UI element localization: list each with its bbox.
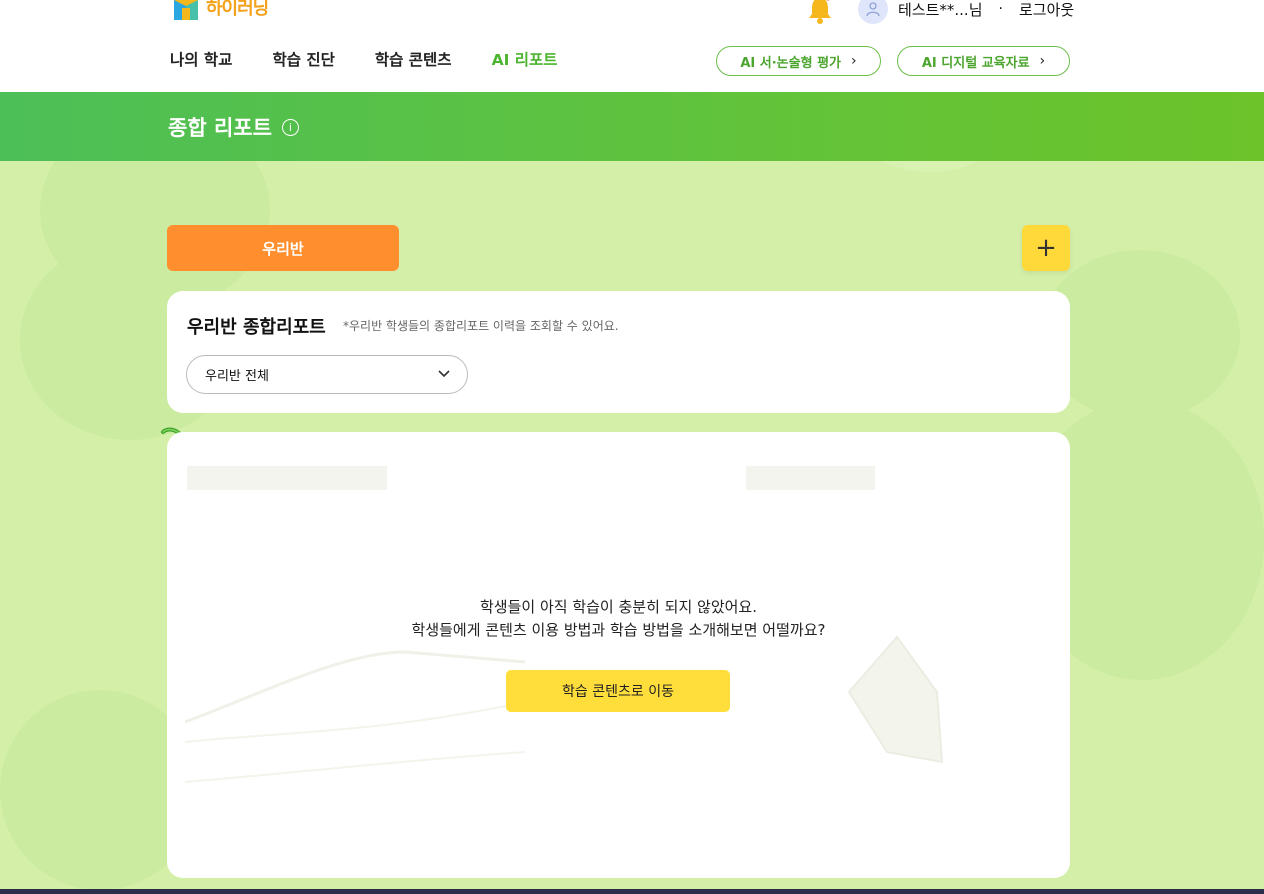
logout-link[interactable]: 로그아웃 xyxy=(1019,0,1074,20)
main-nav: 나의 학교 학습 진단 학습 콘텐츠 AI 리포트 xyxy=(170,48,558,70)
top-header: 하이러닝 테스트**...님 · 로그아웃 나의 학교 학습 진단 학습 콘텐츠… xyxy=(0,0,1264,92)
logo-icon xyxy=(172,0,202,22)
class-scope-select-value: 우리반 전체 xyxy=(205,369,269,384)
nav-item-my-school[interactable]: 나의 학교 xyxy=(170,48,232,70)
ai-essay-eval-button[interactable]: AI 서·논술형 평가 › xyxy=(716,46,881,76)
avatar[interactable] xyxy=(858,0,888,24)
placeholder-block xyxy=(187,466,387,490)
logo[interactable]: 하이러닝 xyxy=(172,0,269,22)
bottom-edge-bar xyxy=(0,889,1264,894)
placeholder-radar-chart xyxy=(847,635,944,764)
user-area: 테스트**...님 · 로그아웃 xyxy=(858,0,1074,24)
user-name: 테스트**...님 xyxy=(898,0,983,19)
page-banner: 종합 리포트 i xyxy=(0,92,1264,161)
background-blob xyxy=(1040,250,1240,420)
notification-bell-icon[interactable] xyxy=(806,0,834,24)
go-to-contents-button[interactable]: 학습 콘텐츠로 이동 xyxy=(506,670,730,712)
report-description: *우리반 학생들의 종합리포트 이력을 조회할 수 있어요. xyxy=(343,319,619,333)
info-icon[interactable]: i xyxy=(281,118,299,136)
nav-item-ai-report[interactable]: AI 리포트 xyxy=(492,48,558,70)
nav-item-contents[interactable]: 학습 콘텐츠 xyxy=(375,48,452,70)
chevron-right-icon: › xyxy=(851,53,857,69)
report-header-card: 우리반 종합리포트 *우리반 학생들의 종합리포트 이력을 조회할 수 있어요.… xyxy=(167,291,1070,413)
nav-item-diagnosis[interactable]: 학습 진단 xyxy=(272,48,334,70)
class-tab-our-class[interactable]: 우리반 xyxy=(167,225,399,271)
placeholder-block xyxy=(746,466,875,490)
empty-state-line-2: 학생들에게 콘텐츠 이용 방법과 학습 방법을 소개해보면 어떨까요? xyxy=(411,621,826,639)
separator: · xyxy=(998,1,1003,17)
ai-digital-resources-label: AI 디지털 교육자료 xyxy=(921,55,1030,71)
chevron-down-icon xyxy=(438,370,450,378)
page-title: 종합 리포트 i xyxy=(168,112,299,142)
plus-icon: + xyxy=(1035,233,1057,263)
add-class-button[interactable]: + xyxy=(1022,225,1070,271)
chevron-right-icon: › xyxy=(1039,53,1046,69)
report-content-card: 학생들이 아직 학습이 충분히 되지 않았어요. 학생들에게 콘텐츠 이용 방법… xyxy=(167,432,1070,878)
ai-essay-eval-label: AI 서·논술형 평가 xyxy=(740,55,842,71)
class-scope-select[interactable]: 우리반 전체 xyxy=(186,355,468,394)
logo-text: 하이러닝 xyxy=(206,0,269,19)
placeholder-line-chart xyxy=(185,650,525,783)
page-title-text: 종합 리포트 xyxy=(168,116,272,140)
empty-state-line-1: 학생들이 아직 학습이 충분히 되지 않았어요. xyxy=(479,598,757,616)
report-title: 우리반 종합리포트 xyxy=(187,317,326,338)
ai-digital-resources-button[interactable]: AI 디지털 교육자료 › xyxy=(897,46,1070,76)
